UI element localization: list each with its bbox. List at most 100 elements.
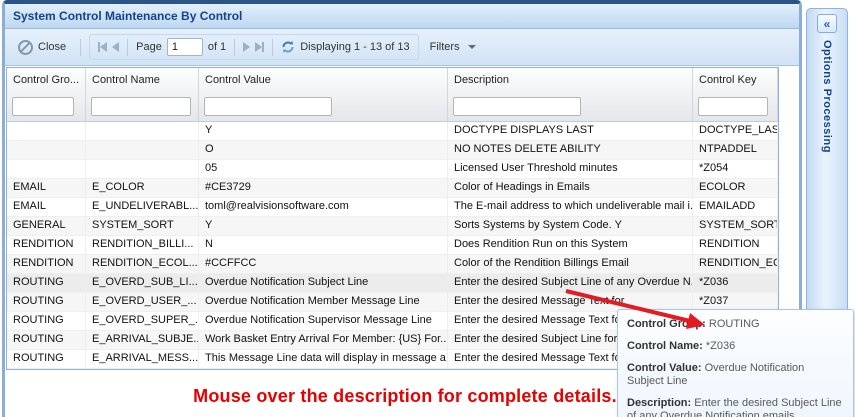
column-filter-input-5[interactable] [698,97,768,116]
table-row[interactable]: Y DOCTYPE DISPLAYS LAST DOCTYPE_LAST [7,122,778,141]
table-cell[interactable]: EMAIL [7,198,86,216]
table-row[interactable]: RENDITION RENDITION_ECOL... #CCFFCC Color o… [7,255,778,274]
prev-page-button[interactable] [112,42,120,52]
table-cell[interactable]: NTPADDEL [693,141,778,159]
table-cell[interactable]: EMAIL [7,179,86,197]
table-cell[interactable]: Color of Headings in Emails [448,179,693,197]
table-cell[interactable]: E_OVERD_USER_... [86,293,199,311]
table-cell[interactable]: toml@realvisionsoftware.com [199,198,448,216]
table-cell[interactable]: E_OVERD_SUB_LI... [86,274,199,292]
table-cell[interactable]: Does Rendition Run on this System [448,236,693,254]
table-cell[interactable]: RENDITION_ECOL... [86,255,199,273]
table-cell[interactable] [7,141,86,159]
column-header-5[interactable]: Control Key [693,68,778,92]
table-cell[interactable]: E_COLOR [86,179,199,197]
column-filter-input-1[interactable] [12,97,74,116]
table-row[interactable]: GENERAL SYSTEM_SORT Y Sorts Systems by Syst… [7,217,778,236]
table-row[interactable]: O NO NOTES DELETE ABILITY NTPADDEL [7,141,778,160]
table-cell[interactable]: E_UNDELIVERABL... [86,198,199,216]
table-cell[interactable]: DOCTYPE DISPLAYS LAST [448,122,693,140]
column-filter-input-3[interactable] [204,97,332,116]
collapse-icon[interactable]: « [817,14,837,33]
table-cell[interactable]: EMAILADD [693,198,778,216]
table-cell[interactable]: SYSTEM_SORT [86,217,199,235]
column-header-2[interactable]: Control Name [86,68,199,92]
grid-header: Control Gro... Control Name Control Value D… [7,68,778,122]
table-cell[interactable]: #CE3729 [199,179,448,197]
filters-dropdown-button[interactable]: Filters [424,38,482,56]
first-page-button[interactable] [98,42,108,52]
table-cell[interactable]: Color of the Rendition Billings Email [448,255,693,273]
table-cell[interactable]: The E-mail address to which undeliverabl… [448,198,693,216]
table-cell[interactable]: NO NOTES DELETE ABILITY [448,141,693,159]
table-cell[interactable]: ROUTING [7,293,86,311]
table-cell[interactable]: N [199,236,448,254]
last-page-button[interactable] [255,42,265,52]
table-row[interactable]: EMAIL E_COLOR #CE3729 Color of Headings in … [7,179,778,198]
tooltip-control-group: Control Group: ROUTING [627,318,844,331]
filter-cell [199,92,448,121]
page-number-input[interactable] [166,38,203,56]
page-title: System Control Maintenance By Control [13,9,243,23]
filter-cell [448,92,693,121]
table-cell[interactable]: E_OVERD_SUPER_... [86,312,199,330]
column-filter-input-4[interactable] [453,97,581,116]
displaying-status: Displaying 1 - 13 of 13 [300,41,410,53]
table-cell[interactable]: 05 [199,160,448,178]
table-cell[interactable]: Overdue Notification Subject Line [199,274,448,292]
table-cell[interactable]: SYSTEM_SORT [693,217,778,235]
table-cell[interactable]: Enter the desired Subject Line of any Ov… [448,274,693,292]
table-row[interactable]: EMAIL E_UNDELIVERABL... toml@realvisionsof… [7,198,778,217]
table-cell[interactable]: E_ARRIVAL_SUBJE... [86,331,199,349]
table-cell[interactable]: GENERAL [7,217,86,235]
prev-page-icon [112,42,120,52]
close-button[interactable]: Close [12,37,72,58]
next-page-button[interactable] [243,42,251,52]
table-cell[interactable]: #CCFFCC [199,255,448,273]
table-cell[interactable]: Overdue Notification Supervisor Message … [199,312,448,330]
table-row[interactable]: RENDITION RENDITION_BILLI... N Does Renditi… [7,236,778,255]
table-row[interactable]: 05 Licensed User Threshold minutes *Z054 [7,160,778,179]
table-cell[interactable]: ROUTING [7,274,86,292]
grid-header-row: Control Gro... Control Name Control Value D… [7,68,778,92]
table-cell[interactable] [86,160,199,178]
table-cell[interactable]: This Message Line data will display in m… [199,350,448,368]
table-cell[interactable]: Work Basket Entry Arrival For Member: {U… [199,331,448,349]
table-cell[interactable]: DOCTYPE_LAST [693,122,778,140]
pager-separator [272,38,274,56]
table-cell[interactable]: E_ARRIVAL_MESS... [86,350,199,368]
description-tooltip: Control Group: ROUTING Control Name: *Z0… [617,309,854,417]
column-filter-input-2[interactable] [91,97,191,116]
table-cell[interactable]: ROUTING [7,350,86,368]
table-cell[interactable] [7,160,86,178]
last-page-icon [262,42,265,52]
table-cell[interactable]: ROUTING [7,331,86,349]
table-cell[interactable]: RENDITION_ECOLOR [693,255,778,273]
column-header-3[interactable]: Control Value [199,68,448,92]
table-cell[interactable]: ECOLOR [693,179,778,197]
table-cell[interactable]: ROUTING [7,312,86,330]
table-cell[interactable]: Overdue Notification Member Message Line [199,293,448,311]
refresh-button[interactable] [281,40,295,54]
column-header-1[interactable]: Control Gro... [7,68,86,92]
table-cell[interactable]: Licensed User Threshold minutes [448,160,693,178]
table-cell[interactable]: Y [199,217,448,235]
table-cell[interactable] [7,122,86,140]
table-cell[interactable] [86,141,199,159]
table-cell[interactable]: RENDITION [693,236,778,254]
table-cell[interactable]: RENDITION [7,255,86,273]
tooltip-label: Control Value: [627,362,702,374]
table-cell[interactable]: Y [199,122,448,140]
table-cell[interactable]: *Z054 [693,160,778,178]
table-cell[interactable]: RENDITION_BILLI... [86,236,199,254]
table-cell[interactable]: O [199,141,448,159]
filter-cell [693,92,778,121]
table-cell[interactable]: RENDITION [7,236,86,254]
tooltip-label: Description: [627,397,692,409]
column-header-4[interactable]: Description [448,68,693,92]
tooltip-value: *Z036 [705,340,736,352]
table-cell[interactable]: Sorts Systems by System Code. Y [448,217,693,235]
table-cell[interactable] [86,122,199,140]
table-cell[interactable]: *Z036 [693,274,778,292]
table-row[interactable]: ROUTING E_OVERD_SUB_LI... Overdue Notifica… [7,274,778,293]
